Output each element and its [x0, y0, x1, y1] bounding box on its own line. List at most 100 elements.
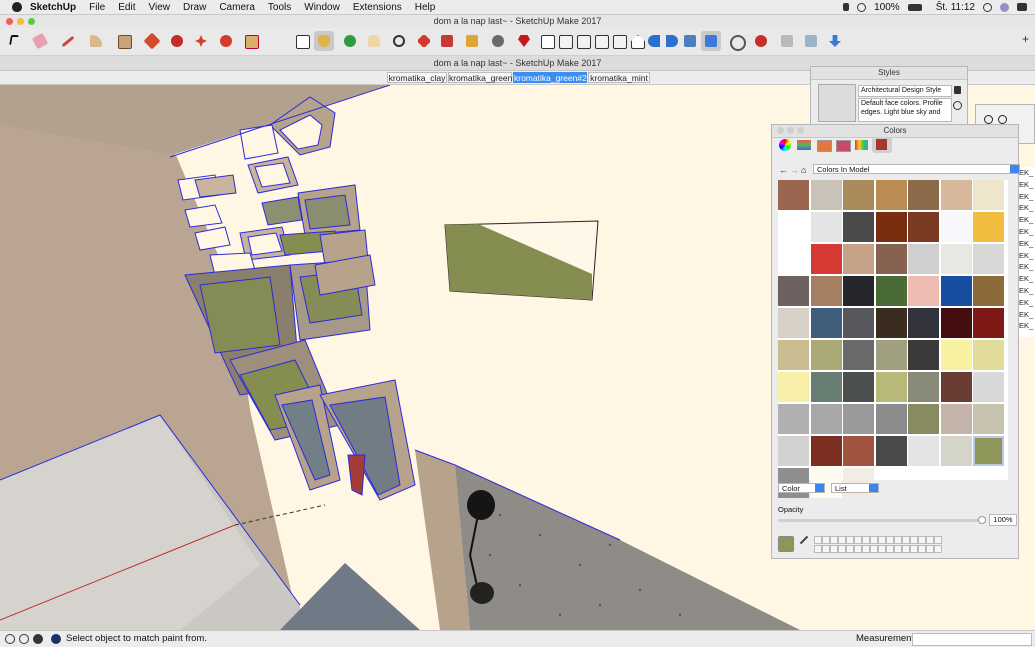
material-swatch[interactable] — [843, 372, 874, 402]
wifi-icon[interactable] — [857, 2, 867, 12]
custom-swatch-slot[interactable] — [886, 545, 894, 553]
menu-extensions[interactable]: Extensions — [353, 2, 402, 13]
material-swatch[interactable] — [843, 404, 874, 434]
opacity-slider-thumb[interactable] — [978, 516, 986, 524]
custom-swatch-slot[interactable] — [878, 545, 886, 553]
custom-swatch-slot[interactable] — [902, 545, 910, 553]
user-avatar-icon[interactable] — [1000, 2, 1009, 12]
material-swatch[interactable] — [778, 180, 809, 210]
material-swatch[interactable] — [843, 180, 874, 210]
custom-swatch-slot[interactable] — [934, 545, 942, 553]
opacity-slider-track[interactable] — [778, 519, 984, 522]
notification-center-icon[interactable] — [1017, 3, 1027, 11]
material-swatch[interactable] — [843, 308, 874, 338]
custom-swatch-slot[interactable] — [870, 536, 878, 544]
material-swatch[interactable] — [810, 244, 842, 274]
custom-swatch-slot[interactable] — [854, 545, 862, 553]
menu-draw[interactable]: Draw — [183, 2, 206, 13]
image-palettes-icon[interactable] — [836, 140, 851, 152]
material-swatch[interactable] — [778, 244, 809, 274]
list-item[interactable]: EK_ — [1019, 238, 1035, 250]
list-item[interactable]: EK_ — [1019, 214, 1035, 226]
rotate-tool-button[interactable] — [216, 31, 236, 51]
front-view-button[interactable] — [573, 31, 593, 51]
apple-logo-icon[interactable] — [12, 2, 22, 12]
material-swatch[interactable] — [973, 276, 1004, 306]
material-swatch[interactable] — [973, 436, 1004, 466]
close-window-button[interactable] — [6, 18, 13, 25]
style-name-field[interactable]: Architectural Design Style — [858, 85, 952, 97]
material-swatch[interactable] — [875, 276, 907, 306]
material-swatch[interactable] — [875, 340, 907, 370]
menu-help[interactable]: Help — [415, 2, 436, 13]
text-tool-button[interactable] — [292, 31, 312, 51]
list-item[interactable]: EK_ — [1019, 202, 1035, 214]
material-swatch[interactable] — [843, 340, 874, 370]
material-swatch[interactable] — [778, 436, 809, 466]
style-thumbnail[interactable] — [818, 84, 856, 122]
select-tool-button[interactable] — [6, 31, 26, 51]
tab-kromatika-mint[interactable]: kromatika_mint — [588, 72, 650, 83]
custom-swatch-slot[interactable] — [846, 545, 854, 553]
custom-swatch-slot[interactable] — [830, 545, 838, 553]
material-swatch[interactable] — [810, 372, 842, 402]
material-swatch[interactable] — [940, 180, 972, 210]
material-swatch[interactable] — [940, 212, 972, 242]
extension-warehouse-button[interactable] — [488, 31, 508, 51]
custom-swatch-slot[interactable] — [926, 545, 934, 553]
custom-swatch-slot[interactable] — [894, 545, 902, 553]
style-update-icon[interactable] — [953, 101, 962, 110]
material-swatch[interactable] — [940, 404, 972, 434]
line-tool-button[interactable] — [57, 31, 77, 51]
material-swatch[interactable] — [973, 404, 1004, 434]
list-item[interactable]: EK_ — [1019, 285, 1035, 297]
layer-button[interactable] — [777, 31, 797, 51]
list-item[interactable]: EK_ — [1019, 191, 1035, 203]
pencils-icon[interactable] — [855, 140, 868, 150]
custom-swatch-slot[interactable] — [814, 536, 822, 544]
material-swatch[interactable] — [973, 244, 1004, 274]
push-pull-tool-button[interactable] — [142, 31, 162, 51]
custom-swatch-slot[interactable] — [814, 545, 822, 553]
home-icon[interactable]: ⌂ — [801, 165, 806, 175]
axes-button[interactable] — [726, 31, 746, 51]
list-item[interactable]: EK_ — [1019, 320, 1035, 332]
custom-swatch-slot[interactable] — [862, 536, 870, 544]
tab-kromatika-clay[interactable]: kromatika_clay — [387, 72, 447, 83]
menu-window[interactable]: Window — [304, 2, 340, 13]
material-swatch[interactable] — [973, 372, 1004, 402]
instructor-icon[interactable] — [51, 634, 61, 644]
material-swatch[interactable] — [778, 404, 809, 434]
bluetooth-icon[interactable] — [843, 3, 850, 11]
material-swatch[interactable] — [810, 436, 842, 466]
minimize-window-button[interactable] — [17, 18, 24, 25]
style-lock-icon[interactable] — [954, 86, 961, 94]
color-wheel-icon[interactable] — [779, 139, 791, 151]
paint-bucket-tool-button[interactable] — [314, 31, 334, 51]
menu-camera[interactable]: Camera — [219, 2, 255, 13]
material-swatch[interactable] — [843, 212, 874, 242]
info-icon[interactable] — [5, 634, 15, 644]
material-swatch[interactable] — [875, 244, 907, 274]
custom-swatch-slot[interactable] — [910, 536, 918, 544]
material-swatch[interactable] — [843, 436, 874, 466]
add-toolbar-button[interactable]: + — [1020, 31, 1034, 51]
color-mode-select[interactable]: Color — [778, 483, 825, 493]
custom-swatch-slot[interactable] — [862, 545, 870, 553]
eyedropper-icon[interactable] — [799, 535, 809, 545]
menu-app-name[interactable]: SketchUp — [30, 2, 76, 13]
material-swatch[interactable] — [908, 212, 939, 242]
library-select[interactable]: Colors In Model — [813, 164, 1020, 174]
menu-file[interactable]: File — [89, 2, 105, 13]
custom-swatch-slot[interactable] — [822, 545, 830, 553]
material-swatch[interactable] — [908, 372, 939, 402]
custom-swatch-slot[interactable] — [838, 545, 846, 553]
import-button[interactable] — [825, 31, 845, 51]
material-swatch[interactable] — [908, 436, 939, 466]
current-color-well[interactable] — [778, 536, 794, 552]
material-swatch[interactable] — [810, 276, 842, 306]
spotlight-search-icon[interactable] — [983, 2, 992, 12]
material-swatch[interactable] — [843, 244, 874, 274]
material-swatch[interactable] — [810, 404, 842, 434]
back-view-button[interactable] — [609, 31, 629, 51]
